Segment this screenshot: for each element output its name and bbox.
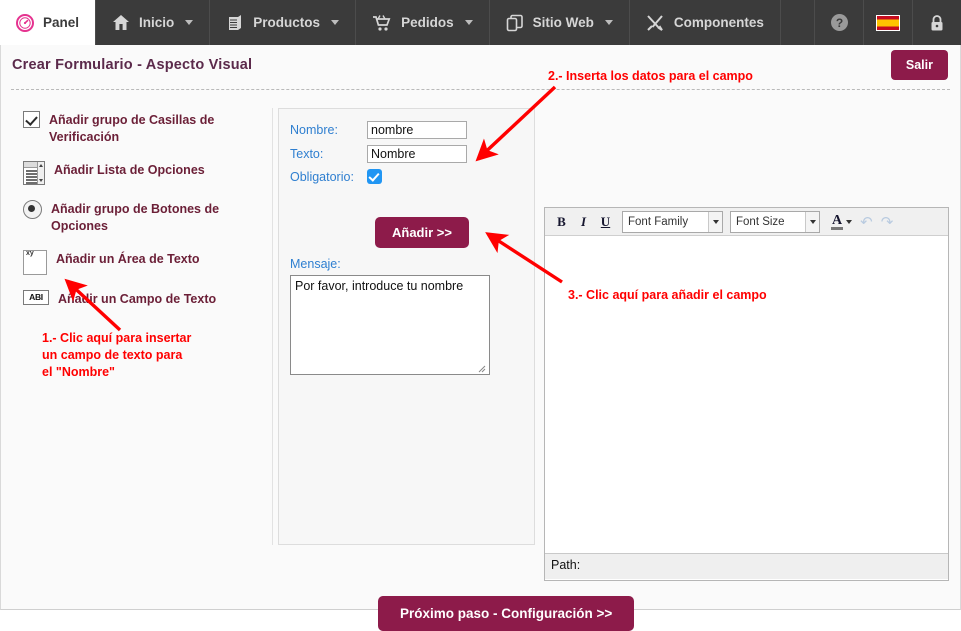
font-family-select[interactable]: Font Family xyxy=(622,210,723,233)
lock-button[interactable] xyxy=(913,0,961,45)
help-icon: ? xyxy=(830,13,849,32)
page-header: Crear Formulario - Aspecto Visual Salir xyxy=(1,45,960,90)
top-navigation-bar: Panel Inicio Productos Pedidos Sitio Web… xyxy=(0,0,961,45)
help-button[interactable]: ? xyxy=(815,0,864,45)
nav-label: Sitio Web xyxy=(532,15,594,30)
sidebar-item-label: Añadir grupo de Botones de Opciones xyxy=(51,202,220,233)
field-type-list: Añadir grupo de Casillas de Verificación… xyxy=(11,108,273,545)
add-field-button[interactable]: Añadir >> xyxy=(375,217,469,248)
nav-item-panel[interactable]: Panel xyxy=(0,0,97,45)
annotation-2-text: 2.- Inserta los datos para el campo xyxy=(548,69,753,83)
sidebar-item-label: Añadir Lista de Opciones xyxy=(54,163,205,177)
sidebar-item-textarea[interactable]: xy Añadir un Área de Texto xyxy=(11,247,272,278)
main-content: Añadir grupo de Casillas de Verificación… xyxy=(1,93,961,581)
field-properties-panel: Nombre: Texto: Obligatorio: Añadir >> Me… xyxy=(278,108,535,545)
select-list-icon xyxy=(23,161,45,185)
text-color-icon: A xyxy=(831,212,844,230)
header-divider xyxy=(11,89,950,90)
spanish-flag-icon xyxy=(876,14,900,31)
undo-button[interactable]: ↶ xyxy=(860,213,873,231)
underline-button[interactable]: U xyxy=(596,212,615,231)
font-size-select[interactable]: Font Size xyxy=(730,210,820,233)
font-family-value: Font Family xyxy=(628,215,689,228)
chevron-down-icon xyxy=(331,20,340,25)
nav-label: Componentes xyxy=(673,15,764,30)
nav-label: Inicio xyxy=(139,15,175,30)
page-container: Crear Formulario - Aspecto Visual Salir … xyxy=(0,45,961,631)
gauge-icon xyxy=(16,13,34,32)
home-icon xyxy=(112,14,130,31)
language-button[interactable] xyxy=(864,0,913,45)
chevron-down-icon xyxy=(464,20,473,25)
exit-button[interactable]: Salir xyxy=(890,50,948,80)
field-row-obligatorio: Obligatorio: xyxy=(279,169,534,184)
chevron-down-icon xyxy=(805,211,819,232)
field-row-texto: Texto: xyxy=(279,145,534,163)
editor-toolbar: B I U Font Family Font Size A ↶ ↷ xyxy=(545,208,948,236)
nav-item-componentes[interactable]: Componentes xyxy=(630,0,781,45)
textfield-icon: ABI xyxy=(23,290,49,305)
nav-label: Pedidos xyxy=(401,15,454,30)
sidebar-item-textfield[interactable]: ABI Añadir un Campo de Texto xyxy=(11,287,272,311)
nav-item-productos[interactable]: Productos xyxy=(210,0,357,45)
field-row-nombre: Nombre: xyxy=(279,121,534,139)
obligatorio-checkbox[interactable] xyxy=(367,169,382,184)
lock-icon xyxy=(929,14,945,32)
nombre-label: Nombre: xyxy=(290,123,338,137)
nav-right-group: ? xyxy=(815,0,961,45)
annotation-3-text: 3.- Clic aquí para añadir el campo xyxy=(568,288,767,302)
chevron-down-icon xyxy=(708,211,722,232)
rich-text-editor: B I U Font Family Font Size A ↶ ↷ Path: xyxy=(544,207,949,581)
bold-button[interactable]: B xyxy=(552,212,571,231)
next-step-button[interactable]: Próximo paso - Configuración >> xyxy=(378,596,635,631)
italic-button[interactable]: I xyxy=(574,212,593,231)
mensaje-textarea[interactable] xyxy=(290,275,490,375)
text-color-button[interactable]: A xyxy=(831,212,853,230)
sidebar-item-label: Añadir un Área de Texto xyxy=(56,252,200,266)
editor-content-area[interactable] xyxy=(545,236,948,553)
nombre-input[interactable] xyxy=(367,121,467,139)
checkbox-icon xyxy=(23,111,40,128)
sidebar-item-select-list[interactable]: Añadir Lista de Opciones xyxy=(11,158,272,188)
font-size-value: Font Size xyxy=(736,215,785,228)
tools-icon xyxy=(646,14,665,32)
app-root: Panel Inicio Productos Pedidos Sitio Web… xyxy=(0,0,961,631)
nav-label: Productos xyxy=(253,15,321,30)
obligatorio-label: Obligatorio: xyxy=(290,169,354,184)
sidebar-item-checkbox-group[interactable]: Añadir grupo de Casillas de Verificación xyxy=(11,108,272,149)
chevron-down-icon xyxy=(846,219,853,224)
nav-label: Panel xyxy=(43,15,80,30)
chevron-down-icon xyxy=(604,20,613,25)
sidebar-item-label: Añadir un Campo de Texto xyxy=(58,292,217,306)
nav-spacer xyxy=(781,0,815,45)
editor-path-status: Path: xyxy=(545,553,948,579)
sidebar-item-label: Añadir grupo de Casillas de Verificación xyxy=(49,113,215,144)
nav-item-pedidos[interactable]: Pedidos xyxy=(356,0,490,45)
page-title: Crear Formulario - Aspecto Visual xyxy=(12,57,253,73)
cart-icon xyxy=(372,14,392,32)
chevron-down-icon xyxy=(185,20,194,25)
texto-input[interactable] xyxy=(367,145,467,163)
nav-item-sitio-web[interactable]: Sitio Web xyxy=(490,0,630,45)
redo-button[interactable]: ↷ xyxy=(881,213,894,231)
radio-button-icon xyxy=(23,200,42,219)
svg-text:?: ? xyxy=(835,16,842,30)
annotation-1-text: 1.- Clic aquí para insertar un campo de … xyxy=(42,331,192,379)
pages-icon xyxy=(506,14,524,32)
texto-label: Texto: xyxy=(290,147,324,161)
mensaje-label: Mensaje: xyxy=(290,257,341,271)
sidebar-item-radio-group[interactable]: Añadir grupo de Botones de Opciones xyxy=(11,197,272,238)
textarea-icon: xy xyxy=(23,250,47,275)
boxes-icon xyxy=(226,14,244,32)
nav-item-inicio[interactable]: Inicio xyxy=(96,0,211,45)
